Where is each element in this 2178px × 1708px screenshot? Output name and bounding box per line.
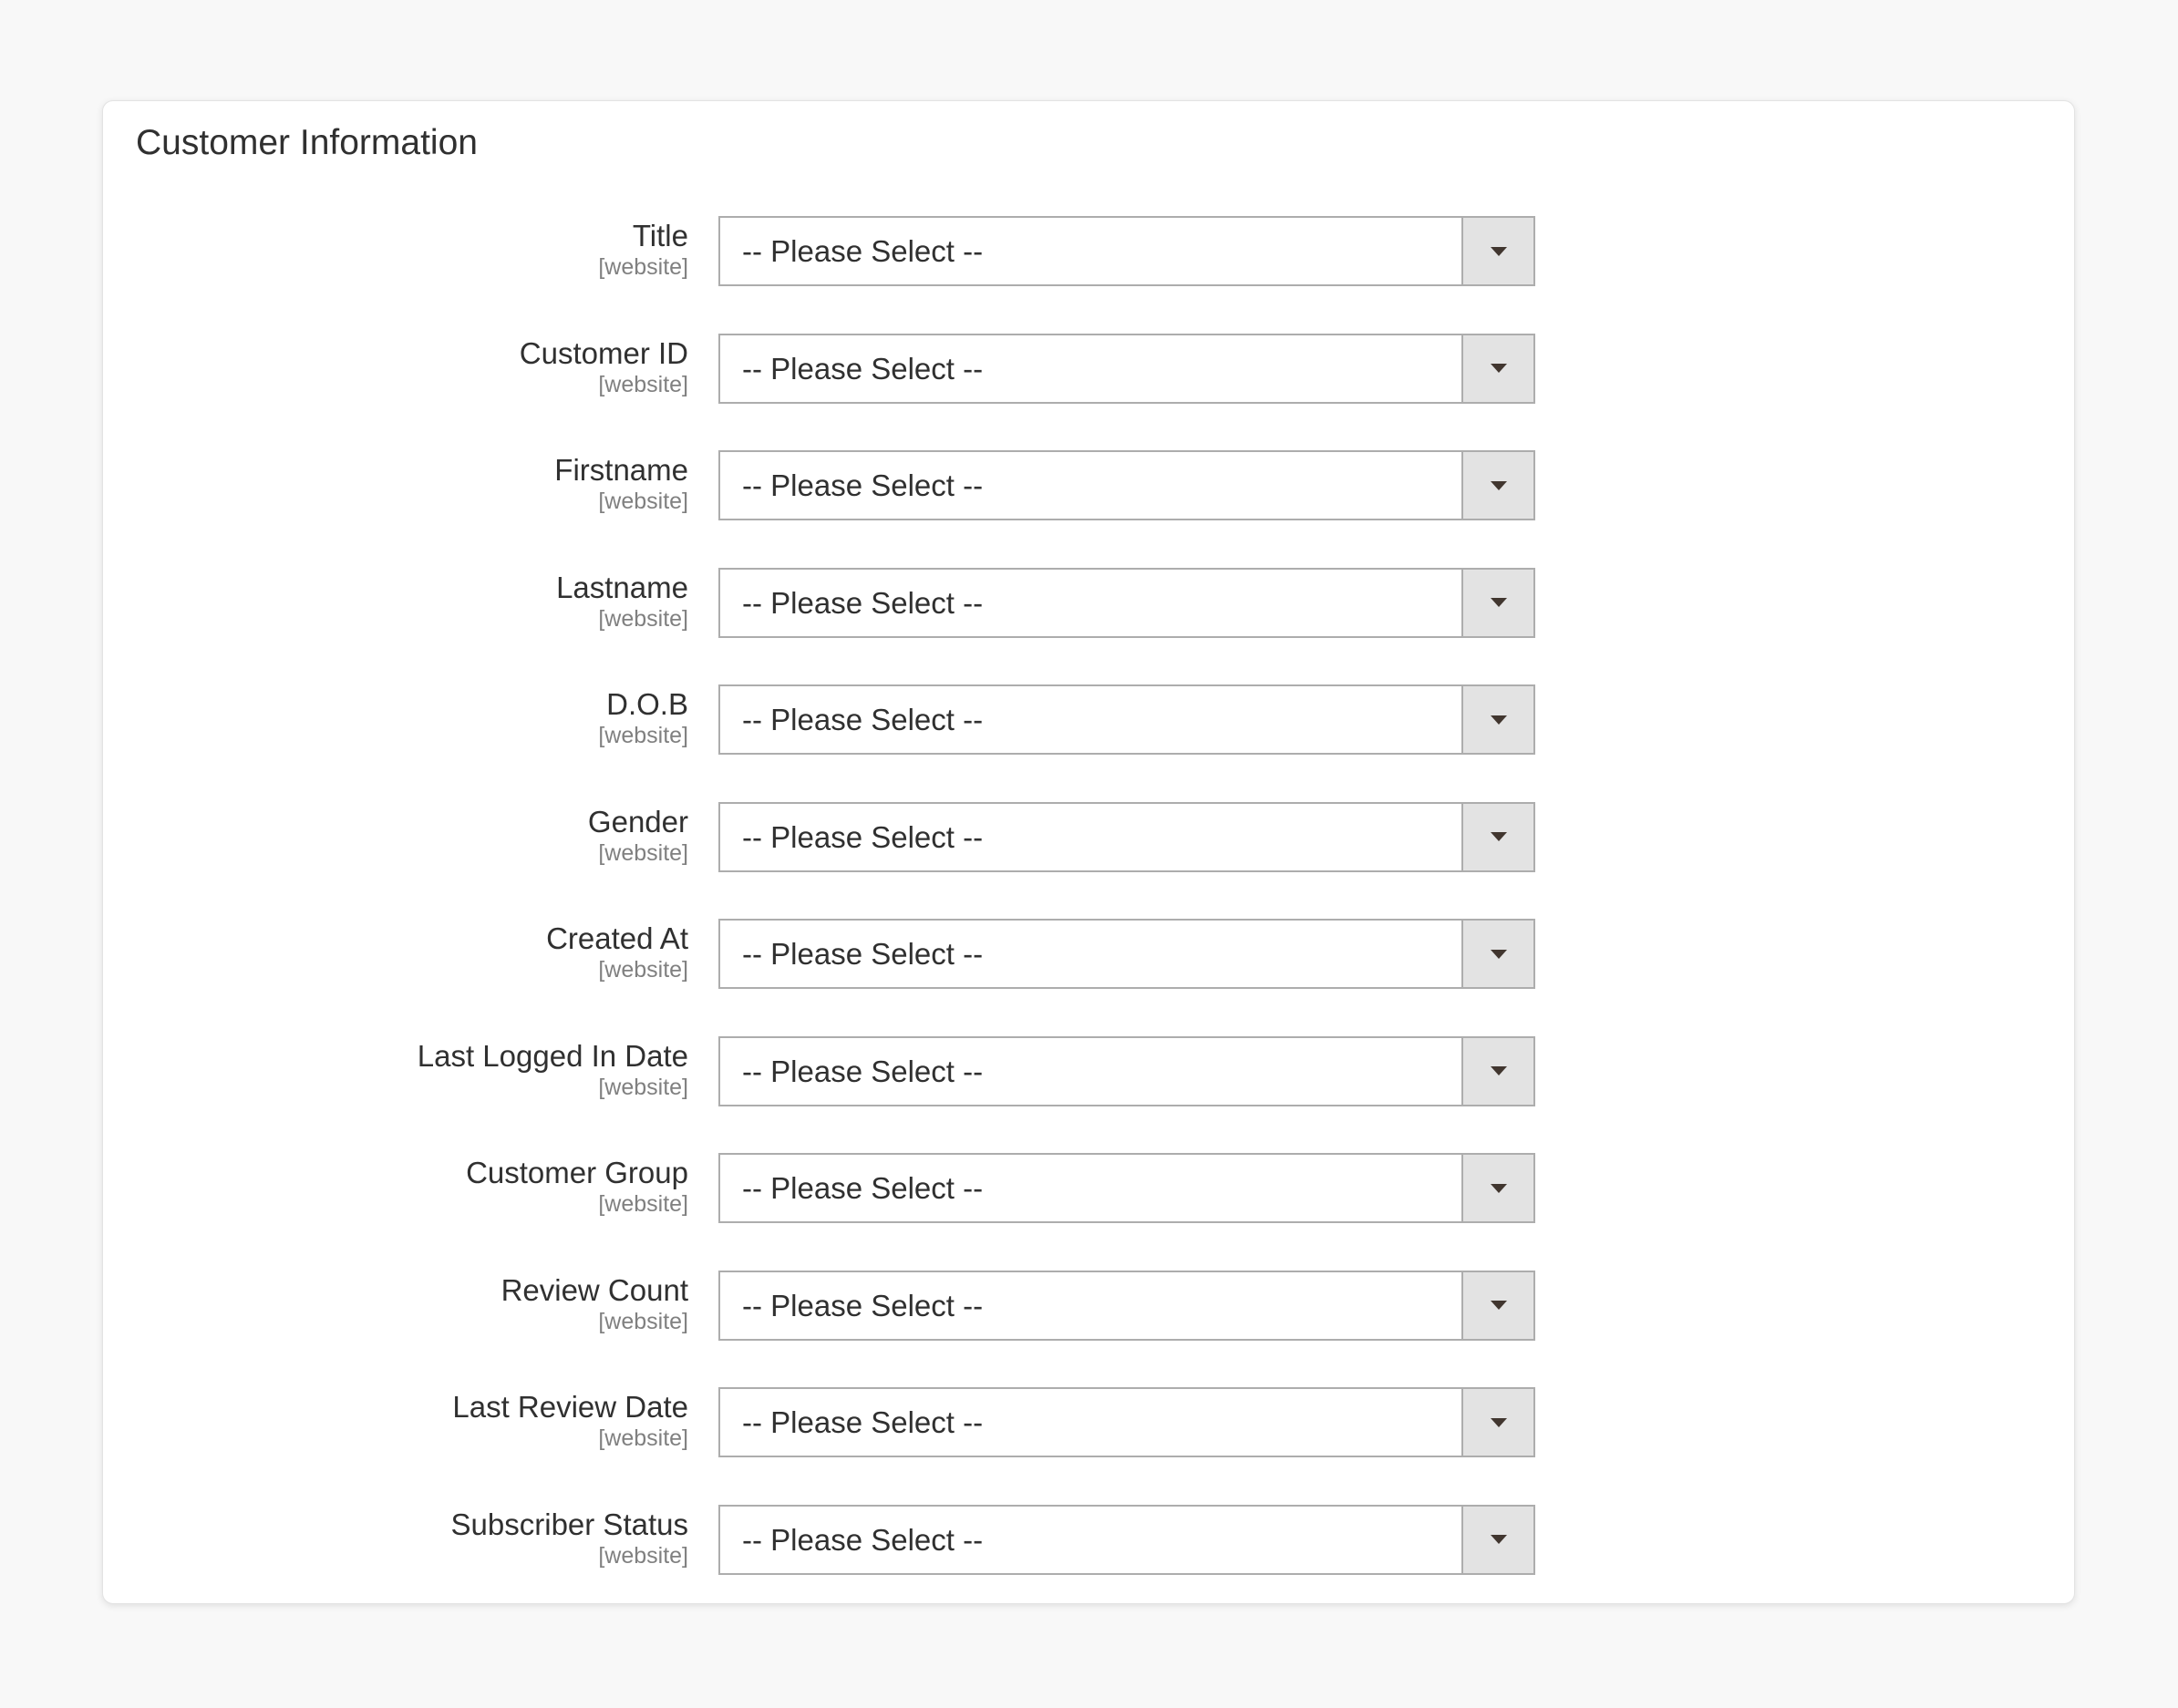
field-label: Last Logged In Date xyxy=(417,1038,688,1073)
field-row-created-at: Created At [website] -- Please Select -- xyxy=(103,919,2074,989)
field-label: Firstname xyxy=(554,453,688,487)
scope-label: [website] xyxy=(598,605,688,632)
chevron-down-icon xyxy=(1490,1535,1507,1544)
field-row-last-review-date: Last Review Date [website] -- Please Sel… xyxy=(103,1387,2074,1457)
dropdown-button[interactable] xyxy=(1461,1271,1533,1339)
scope-label: [website] xyxy=(598,371,688,397)
field-label: Last Review Date xyxy=(452,1390,688,1424)
chevron-down-icon xyxy=(1490,1417,1507,1427)
select-value: -- Please Select -- xyxy=(742,234,984,268)
field-label-group: Lastname [website] xyxy=(103,570,688,632)
field-label-group: Firstname [website] xyxy=(103,452,688,514)
field-row-review-count: Review Count [website] -- Please Select … xyxy=(103,1270,2074,1341)
dropdown-button[interactable] xyxy=(1461,218,1533,284)
select-value: -- Please Select -- xyxy=(742,819,984,854)
field-row-title: Title [website] -- Please Select -- xyxy=(103,216,2074,286)
created-at-select[interactable]: -- Please Select -- xyxy=(718,919,1535,989)
lastname-select[interactable]: -- Please Select -- xyxy=(718,567,1535,638)
field-label-group: Created At [website] xyxy=(103,921,688,983)
chevron-down-icon xyxy=(1490,1066,1507,1075)
scope-label: [website] xyxy=(598,489,688,514)
customer-id-select[interactable]: -- Please Select -- xyxy=(718,333,1535,404)
field-label: D.O.B xyxy=(606,687,688,721)
field-label-group: Title [website] xyxy=(103,218,688,280)
scope-label: [website] xyxy=(598,1425,688,1451)
dropdown-button[interactable] xyxy=(1461,334,1533,402)
field-row-dob: D.O.B [website] -- Please Select -- xyxy=(103,684,2074,755)
select-value: -- Please Select -- xyxy=(742,585,984,620)
field-label-group: Customer Group [website] xyxy=(103,1155,688,1217)
scope-label: [website] xyxy=(598,1074,688,1100)
select-value: -- Please Select -- xyxy=(742,937,984,971)
chevron-down-icon xyxy=(1490,715,1507,725)
select-value: -- Please Select -- xyxy=(742,351,984,386)
field-label: Review Count xyxy=(501,1272,688,1307)
scope-label: [website] xyxy=(598,839,688,866)
title-select[interactable]: -- Please Select -- xyxy=(718,216,1535,286)
chevron-down-icon xyxy=(1490,246,1507,256)
scope-label: [website] xyxy=(598,957,688,983)
select-value: -- Please Select -- xyxy=(742,1405,984,1439)
field-row-subscriber-status: Subscriber Status [website] -- Please Se… xyxy=(103,1504,2074,1575)
dropdown-button[interactable] xyxy=(1461,452,1533,519)
scope-label: [website] xyxy=(598,723,688,748)
review-count-select[interactable]: -- Please Select -- xyxy=(718,1270,1535,1341)
field-row-lastname: Lastname [website] -- Please Select -- xyxy=(103,567,2074,638)
chevron-down-icon xyxy=(1490,1301,1507,1310)
field-row-customer-group: Customer Group [website] -- Please Selec… xyxy=(103,1153,2074,1223)
dropdown-button[interactable] xyxy=(1461,803,1533,870)
chevron-down-icon xyxy=(1490,480,1507,490)
field-label-group: Subscriber Status [website] xyxy=(103,1507,688,1569)
field-list: Title [website] -- Please Select -- Cust… xyxy=(103,216,2074,1621)
field-label-group: Last Review Date [website] xyxy=(103,1389,688,1451)
field-row-gender: Gender [website] -- Please Select -- xyxy=(103,801,2074,872)
scope-label: [website] xyxy=(598,254,688,280)
field-row-last-logged-in-date: Last Logged In Date [website] -- Please … xyxy=(103,1035,2074,1106)
customer-group-select[interactable]: -- Please Select -- xyxy=(718,1153,1535,1223)
field-label-group: D.O.B [website] xyxy=(103,686,688,748)
subscriber-status-select[interactable]: -- Please Select -- xyxy=(718,1504,1535,1575)
customer-information-panel: Customer Information Title [website] -- … xyxy=(102,100,2075,1604)
dropdown-button[interactable] xyxy=(1461,686,1533,753)
dropdown-button[interactable] xyxy=(1461,1037,1533,1105)
chevron-down-icon xyxy=(1490,598,1507,607)
select-value: -- Please Select -- xyxy=(742,1522,984,1557)
chevron-down-icon xyxy=(1490,364,1507,373)
dropdown-button[interactable] xyxy=(1461,569,1533,636)
last-logged-in-date-select[interactable]: -- Please Select -- xyxy=(718,1035,1535,1106)
select-value: -- Please Select -- xyxy=(742,468,984,502)
field-label-group: Last Logged In Date [website] xyxy=(103,1038,688,1100)
chevron-down-icon xyxy=(1490,832,1507,841)
chevron-down-icon xyxy=(1490,1183,1507,1193)
dob-select[interactable]: -- Please Select -- xyxy=(718,684,1535,755)
field-label: Created At xyxy=(546,921,688,955)
gender-select[interactable]: -- Please Select -- xyxy=(718,801,1535,872)
field-label: Subscriber Status xyxy=(450,1507,688,1541)
field-label: Title xyxy=(632,219,688,252)
field-label: Customer Group xyxy=(466,1156,688,1189)
select-value: -- Please Select -- xyxy=(742,1054,984,1088)
chevron-down-icon xyxy=(1490,949,1507,959)
dropdown-button[interactable] xyxy=(1461,1506,1533,1573)
dropdown-button[interactable] xyxy=(1461,1155,1533,1221)
field-row-firstname: Firstname [website] -- Please Select -- xyxy=(103,450,2074,520)
field-label-group: Gender [website] xyxy=(103,804,688,866)
field-label-group: Review Count [website] xyxy=(103,1272,688,1334)
select-value: -- Please Select -- xyxy=(742,1171,984,1205)
field-label: Customer ID xyxy=(519,335,688,370)
scope-label: [website] xyxy=(598,1542,688,1569)
field-label: Lastname xyxy=(556,570,688,604)
last-review-date-select[interactable]: -- Please Select -- xyxy=(718,1387,1535,1457)
section-title: Customer Information xyxy=(136,123,478,162)
scope-label: [website] xyxy=(598,1308,688,1334)
field-label-group: Customer ID [website] xyxy=(103,335,688,397)
field-row-customer-id: Customer ID [website] -- Please Select -… xyxy=(103,333,2074,404)
field-label: Gender xyxy=(587,804,688,839)
dropdown-button[interactable] xyxy=(1461,1389,1533,1456)
select-value: -- Please Select -- xyxy=(742,703,984,736)
dropdown-button[interactable] xyxy=(1461,921,1533,987)
firstname-select[interactable]: -- Please Select -- xyxy=(718,450,1535,520)
select-value: -- Please Select -- xyxy=(742,1288,984,1322)
scope-label: [website] xyxy=(598,1191,688,1217)
